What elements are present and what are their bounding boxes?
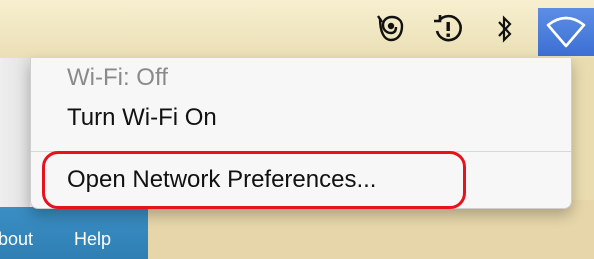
bluetooth-icon[interactable] bbox=[490, 10, 520, 48]
time-machine-icon[interactable] bbox=[428, 10, 468, 48]
background-window-edge bbox=[0, 58, 30, 208]
menu-bar bbox=[0, 0, 594, 59]
background-tab-about[interactable]: bout bbox=[0, 229, 33, 250]
scope-icon[interactable] bbox=[372, 10, 410, 48]
wifi-icon[interactable] bbox=[538, 8, 594, 56]
turn-wifi-on-item[interactable]: Turn Wi-Fi On bbox=[67, 104, 217, 132]
background-tab-help[interactable]: Help bbox=[74, 229, 111, 250]
desktop-background bbox=[570, 58, 594, 208]
wifi-status-label: Wi-Fi: Off bbox=[67, 64, 168, 91]
highlight-annotation bbox=[42, 151, 466, 209]
